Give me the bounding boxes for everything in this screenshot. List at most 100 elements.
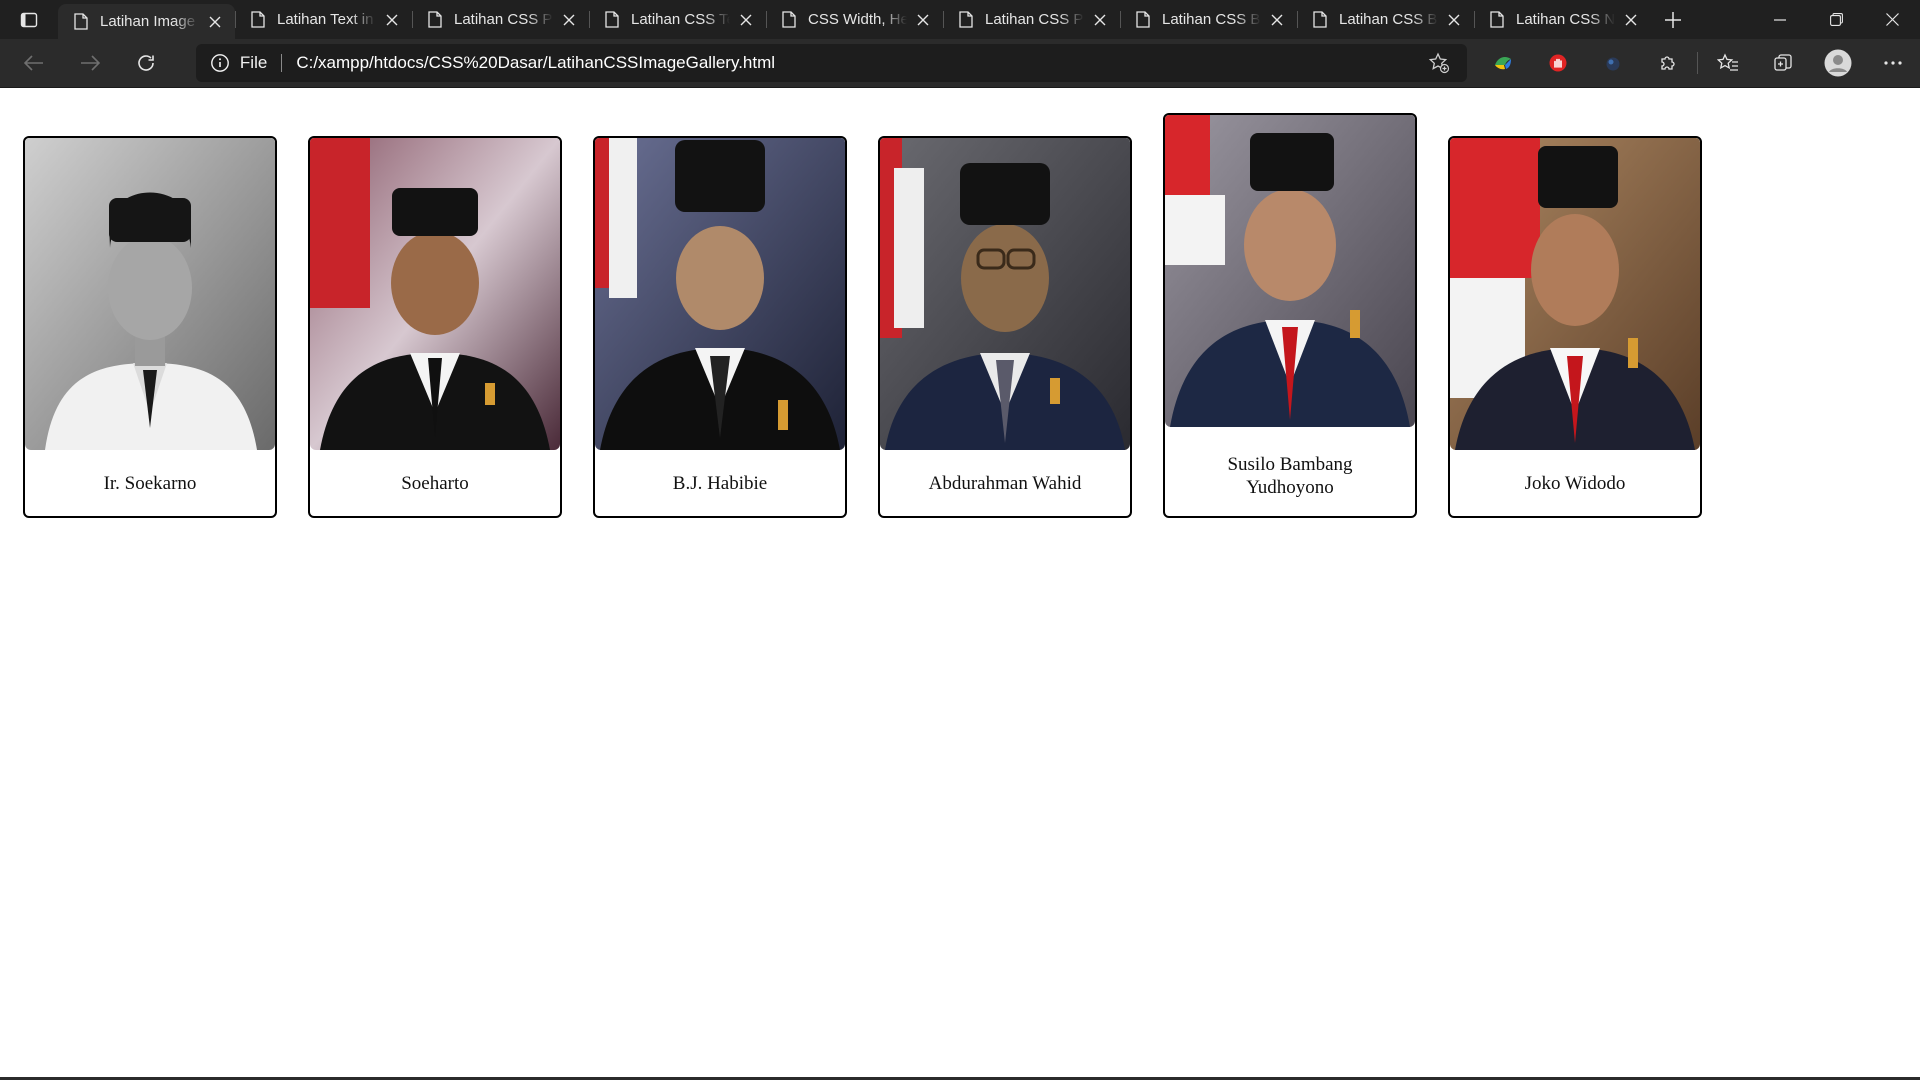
browser-toolbar: File C:/xampp/htdocs/CSS%20Dasar/Latihan… — [0, 39, 1920, 88]
refresh-button[interactable] — [124, 44, 168, 82]
close-tab-button[interactable] — [1621, 10, 1641, 30]
close-icon — [1885, 13, 1899, 26]
document-icon — [1490, 11, 1504, 28]
close-icon — [1448, 14, 1460, 25]
tab-css-border[interactable]: Latihan CSS Border — [1120, 0, 1297, 39]
minimize-button[interactable] — [1752, 0, 1808, 39]
tab-title: CSS Width, Height — [808, 11, 907, 28]
close-tab-button[interactable] — [1267, 10, 1287, 30]
close-window-button[interactable] — [1864, 0, 1920, 39]
portrait-image — [595, 138, 845, 450]
favorites-star-icon — [1716, 53, 1738, 71]
gallery-card[interactable]: Susilo Bambang Yudhoyono — [1163, 113, 1417, 518]
tab-css-padding[interactable]: Latihan CSS Padding — [943, 0, 1120, 39]
close-tab-button[interactable] — [205, 12, 225, 32]
document-icon — [428, 11, 442, 28]
image-gallery: Ir. Soekarno Soeharto B.J. Habibie Abdur… — [23, 113, 1702, 518]
extension-red-hand-button[interactable] — [1530, 44, 1585, 82]
close-tab-button[interactable] — [913, 10, 933, 30]
gallery-caption: Soeharto — [401, 472, 469, 494]
tab-image-gallery[interactable]: Latihan Image Gallery — [58, 4, 235, 39]
back-button[interactable] — [12, 44, 56, 82]
portrait-image — [310, 138, 560, 450]
tab-css-width-height[interactable]: CSS Width, Height — [766, 0, 943, 39]
gallery-card[interactable]: Ir. Soekarno — [23, 136, 277, 518]
extension-drop-icon — [1606, 57, 1619, 71]
address-divider — [281, 54, 283, 72]
gallery-caption: Joko Widodo — [1524, 472, 1626, 494]
portrait-image — [1450, 138, 1700, 450]
forward-button[interactable] — [68, 44, 112, 82]
gallery-caption: Susilo Bambang Yudhoyono — [1227, 454, 1353, 498]
collections-button[interactable] — [1755, 44, 1810, 82]
restore-button[interactable] — [1808, 0, 1864, 39]
site-scheme-label[interactable]: File — [240, 53, 267, 73]
extension-dark-button[interactable] — [1585, 44, 1640, 82]
close-tab-button[interactable] — [559, 10, 579, 30]
extension-colorful-button[interactable] — [1475, 44, 1530, 82]
restore-icon — [1829, 13, 1843, 26]
close-icon — [1094, 14, 1106, 25]
puzzle-icon — [1660, 56, 1675, 70]
settings-menu-button[interactable] — [1865, 44, 1920, 82]
page-content: Ir. Soekarno Soeharto B.J. Habibie Abdur… — [0, 89, 1920, 1077]
tab-actions-button[interactable] — [0, 0, 58, 39]
document-icon — [1136, 11, 1150, 28]
extensions-area — [1475, 44, 1920, 82]
gallery-caption: Abdurahman Wahid — [928, 472, 1082, 494]
star-plus-icon — [1428, 52, 1450, 74]
close-tab-button[interactable] — [382, 10, 402, 30]
new-tab-button[interactable] — [1651, 0, 1695, 39]
minimize-icon — [1774, 18, 1786, 21]
add-favorite-button[interactable] — [1425, 49, 1453, 77]
extension-globe-icon — [1494, 57, 1511, 70]
close-icon — [917, 14, 929, 25]
plus-icon — [1665, 11, 1681, 28]
avatar-icon — [1824, 49, 1851, 77]
close-icon — [209, 16, 221, 27]
tab-strip: Latihan Image Gallery Latihan Text in Im… — [0, 0, 1920, 39]
favorites-button[interactable] — [1700, 44, 1755, 82]
arrow-right-icon — [80, 55, 100, 71]
document-icon — [251, 11, 265, 28]
document-icon — [1313, 11, 1327, 28]
document-icon — [74, 13, 88, 30]
toolbar-divider — [1697, 52, 1698, 74]
gallery-card[interactable]: Joko Widodo — [1448, 136, 1702, 518]
portrait-image — [1165, 115, 1415, 427]
tab-actions-icon — [20, 12, 38, 27]
close-icon — [386, 14, 398, 25]
close-tab-button[interactable] — [1444, 10, 1464, 30]
tab-text-in-image[interactable]: Latihan Text in Image — [235, 0, 412, 39]
tab-css-position[interactable]: Latihan CSS Position — [412, 0, 589, 39]
document-icon — [605, 11, 619, 28]
portrait-image — [880, 138, 1130, 450]
info-icon[interactable] — [210, 53, 230, 73]
url-text[interactable]: C:/xampp/htdocs/CSS%20Dasar/LatihanCSSIm… — [296, 53, 1425, 73]
close-icon — [1271, 14, 1283, 25]
extensions-button[interactable] — [1640, 44, 1695, 82]
tab-title: Latihan Text in Image — [277, 11, 376, 28]
gallery-card[interactable]: B.J. Habibie — [593, 136, 847, 518]
extension-stop-icon — [1549, 54, 1566, 72]
document-icon — [959, 11, 973, 28]
collections-icon — [1773, 54, 1792, 71]
window-controls — [1752, 0, 1920, 39]
tab-title: Latihan CSS Box — [1339, 11, 1438, 28]
close-tab-button[interactable] — [1090, 10, 1110, 30]
gallery-card[interactable]: Abdurahman Wahid — [878, 136, 1132, 518]
gallery-card[interactable]: Soeharto — [308, 136, 562, 518]
tab-css-text[interactable]: Latihan CSS Text — [589, 0, 766, 39]
tab-title: Latihan CSS Position — [454, 11, 553, 28]
tab-css-navbar[interactable]: Latihan CSS Navbar — [1474, 0, 1651, 39]
gallery-caption: B.J. Habibie — [672, 472, 768, 494]
address-bar[interactable]: File C:/xampp/htdocs/CSS%20Dasar/Latihan… — [195, 44, 1467, 82]
close-icon — [1625, 14, 1637, 25]
close-icon — [740, 14, 752, 25]
tab-css-box[interactable]: Latihan CSS Box — [1297, 0, 1474, 39]
more-dots-icon — [1883, 61, 1902, 65]
profile-button[interactable] — [1810, 44, 1865, 82]
close-tab-button[interactable] — [736, 10, 756, 30]
tab-title: Latihan Image Gallery — [100, 13, 199, 30]
tab-title: Latihan CSS Border — [1162, 11, 1261, 28]
